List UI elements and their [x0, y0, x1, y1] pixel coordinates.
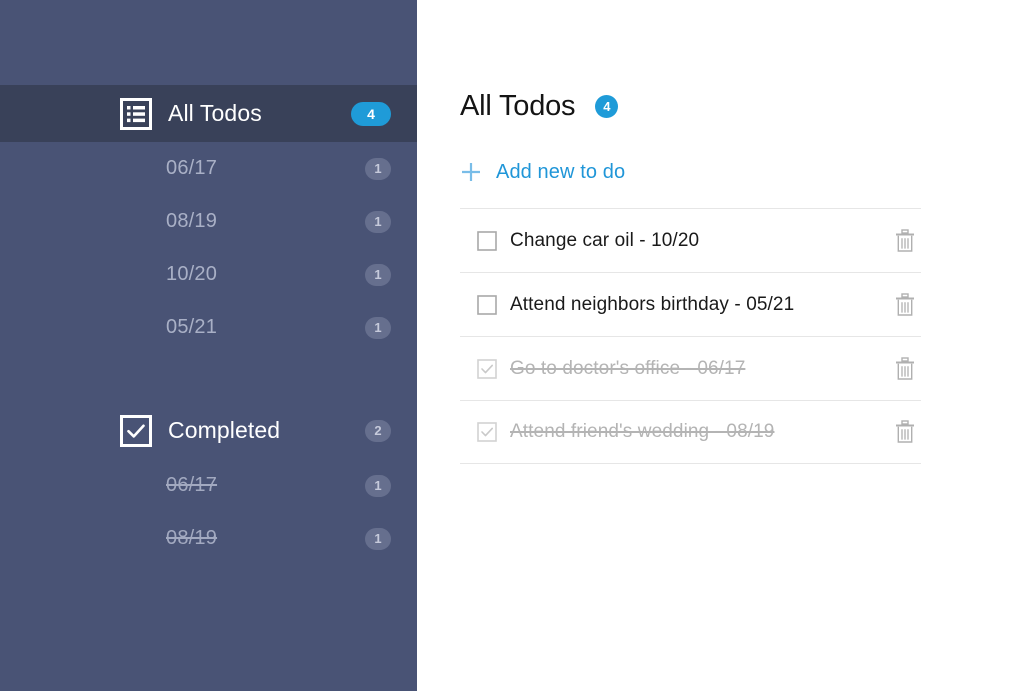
trash-icon[interactable]: [895, 356, 915, 381]
plus-icon: [460, 161, 482, 183]
todo-row[interactable]: Change car oil - 10/20: [460, 208, 921, 272]
todo-app: All Todos 4 06/17 1 08/19 1 10/20 1 05/2…: [0, 0, 1024, 691]
checkbox-unchecked-icon[interactable]: [477, 294, 497, 315]
sidebar-group-spacer: [0, 354, 417, 402]
sidebar-date-count-badge: 1: [365, 474, 391, 497]
sidebar-date-label: 06/17: [166, 157, 218, 179]
sidebar-date-label: 06/17: [166, 474, 218, 496]
sidebar-date-count-badge: 1: [365, 210, 391, 233]
sidebar: All Todos 4 06/17 1 08/19 1 10/20 1 05/2…: [0, 0, 417, 691]
checkbox-checked-icon: [120, 414, 152, 447]
sidebar-date-count-badge: 1: [365, 263, 391, 286]
add-new-todo-label: Add new to do: [496, 160, 626, 183]
trash-icon[interactable]: [895, 292, 915, 317]
sidebar-date-count-badge: 1: [365, 527, 391, 550]
checkbox-checked-icon[interactable]: [477, 358, 497, 379]
page-title: All Todos: [460, 89, 576, 122]
sidebar-date-label: 10/20: [166, 263, 218, 285]
page-count-badge: 4: [595, 94, 619, 118]
checkbox-unchecked-icon[interactable]: [477, 230, 497, 251]
sidebar-date-label: 05/21: [166, 316, 218, 338]
todo-text: Attend neighbors birthday - 05/21: [510, 293, 795, 315]
sidebar-date-item-completed[interactable]: 06/17 1: [0, 459, 417, 512]
list-icon: [120, 97, 152, 130]
sidebar-group-completed[interactable]: Completed 2: [0, 402, 417, 459]
sidebar-group-count-badge: 2: [365, 419, 391, 442]
sidebar-date-label: 08/19: [166, 527, 218, 549]
todo-row[interactable]: Attend neighbors birthday - 05/21: [460, 272, 921, 336]
page-header: All Todos 4: [460, 80, 1024, 132]
sidebar-date-item[interactable]: 05/21 1: [0, 301, 417, 354]
sidebar-group-all-todos[interactable]: All Todos 4: [0, 85, 417, 142]
sidebar-date-label: 08/19: [166, 210, 218, 232]
sidebar-date-item[interactable]: 06/17 1: [0, 142, 417, 195]
add-new-todo-button[interactable]: Add new to do: [460, 154, 720, 190]
todo-row-completed[interactable]: Go to doctor's office - 06/17: [460, 336, 921, 400]
sidebar-date-item-completed[interactable]: 08/19 1: [0, 512, 417, 565]
todo-row-completed[interactable]: Attend friend's wedding - 08/19: [460, 400, 921, 464]
todo-text: Attend friend's wedding - 08/19: [510, 421, 775, 442]
todo-list: Change car oil - 10/20 Attend neighbors …: [460, 208, 921, 464]
todo-text: Change car oil - 10/20: [510, 229, 700, 251]
sidebar-top-spacer: [0, 0, 417, 85]
sidebar-date-count-badge: 1: [365, 157, 391, 180]
checkbox-checked-icon[interactable]: [477, 422, 497, 442]
sidebar-group-count-badge: 4: [351, 101, 391, 126]
trash-icon[interactable]: [895, 228, 915, 253]
trash-icon[interactable]: [895, 420, 915, 444]
sidebar-group-label: Completed: [168, 417, 281, 443]
sidebar-date-item[interactable]: 10/20 1: [0, 248, 417, 301]
main-content: All Todos 4 Add new to do Change car oil…: [417, 0, 1024, 691]
sidebar-date-count-badge: 1: [365, 316, 391, 339]
sidebar-group-label: All Todos: [168, 100, 262, 126]
todo-text: Go to doctor's office - 06/17: [510, 357, 746, 379]
sidebar-date-item[interactable]: 08/19 1: [0, 195, 417, 248]
